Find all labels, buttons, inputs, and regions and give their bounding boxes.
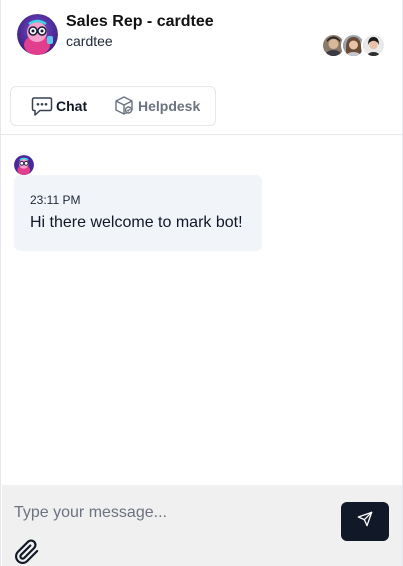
chat-bubble-icon: [30, 94, 54, 118]
chat-title: Sales Rep - cardtee: [66, 13, 214, 30]
mode-tabs: Chat Helpdesk: [10, 86, 216, 126]
send-icon: [357, 511, 373, 532]
paperclip-icon: [14, 539, 40, 566]
tab-helpdesk[interactable]: Helpdesk: [96, 90, 208, 122]
message-input[interactable]: [2, 485, 332, 540]
agent-avatar-3: [361, 33, 386, 58]
message-bubble: 23:11 PM Hi there welcome to mark bot!: [14, 175, 262, 251]
chat-subtitle: cardtee: [66, 33, 113, 49]
chat-widget: Sales Rep - cardtee cardtee Chat Helpdes…: [0, 0, 403, 566]
header-divider: [1, 134, 402, 135]
attach-button[interactable]: [14, 539, 40, 565]
message-composer: [2, 485, 402, 566]
bot-avatar: [17, 14, 58, 55]
tab-chat-label: Chat: [56, 98, 88, 114]
send-button[interactable]: [341, 502, 389, 541]
team-avatars: [321, 33, 387, 59]
message-text: Hi there welcome to mark bot!: [30, 214, 243, 231]
helpdesk-box-icon: [112, 94, 136, 118]
message-bot-avatar: [14, 155, 34, 175]
message-time: 23:11 PM: [30, 193, 81, 207]
tab-chat[interactable]: Chat: [14, 90, 96, 122]
chat-header: Sales Rep - cardtee cardtee: [1, 0, 402, 70]
tab-helpdesk-label: Helpdesk: [138, 98, 201, 114]
